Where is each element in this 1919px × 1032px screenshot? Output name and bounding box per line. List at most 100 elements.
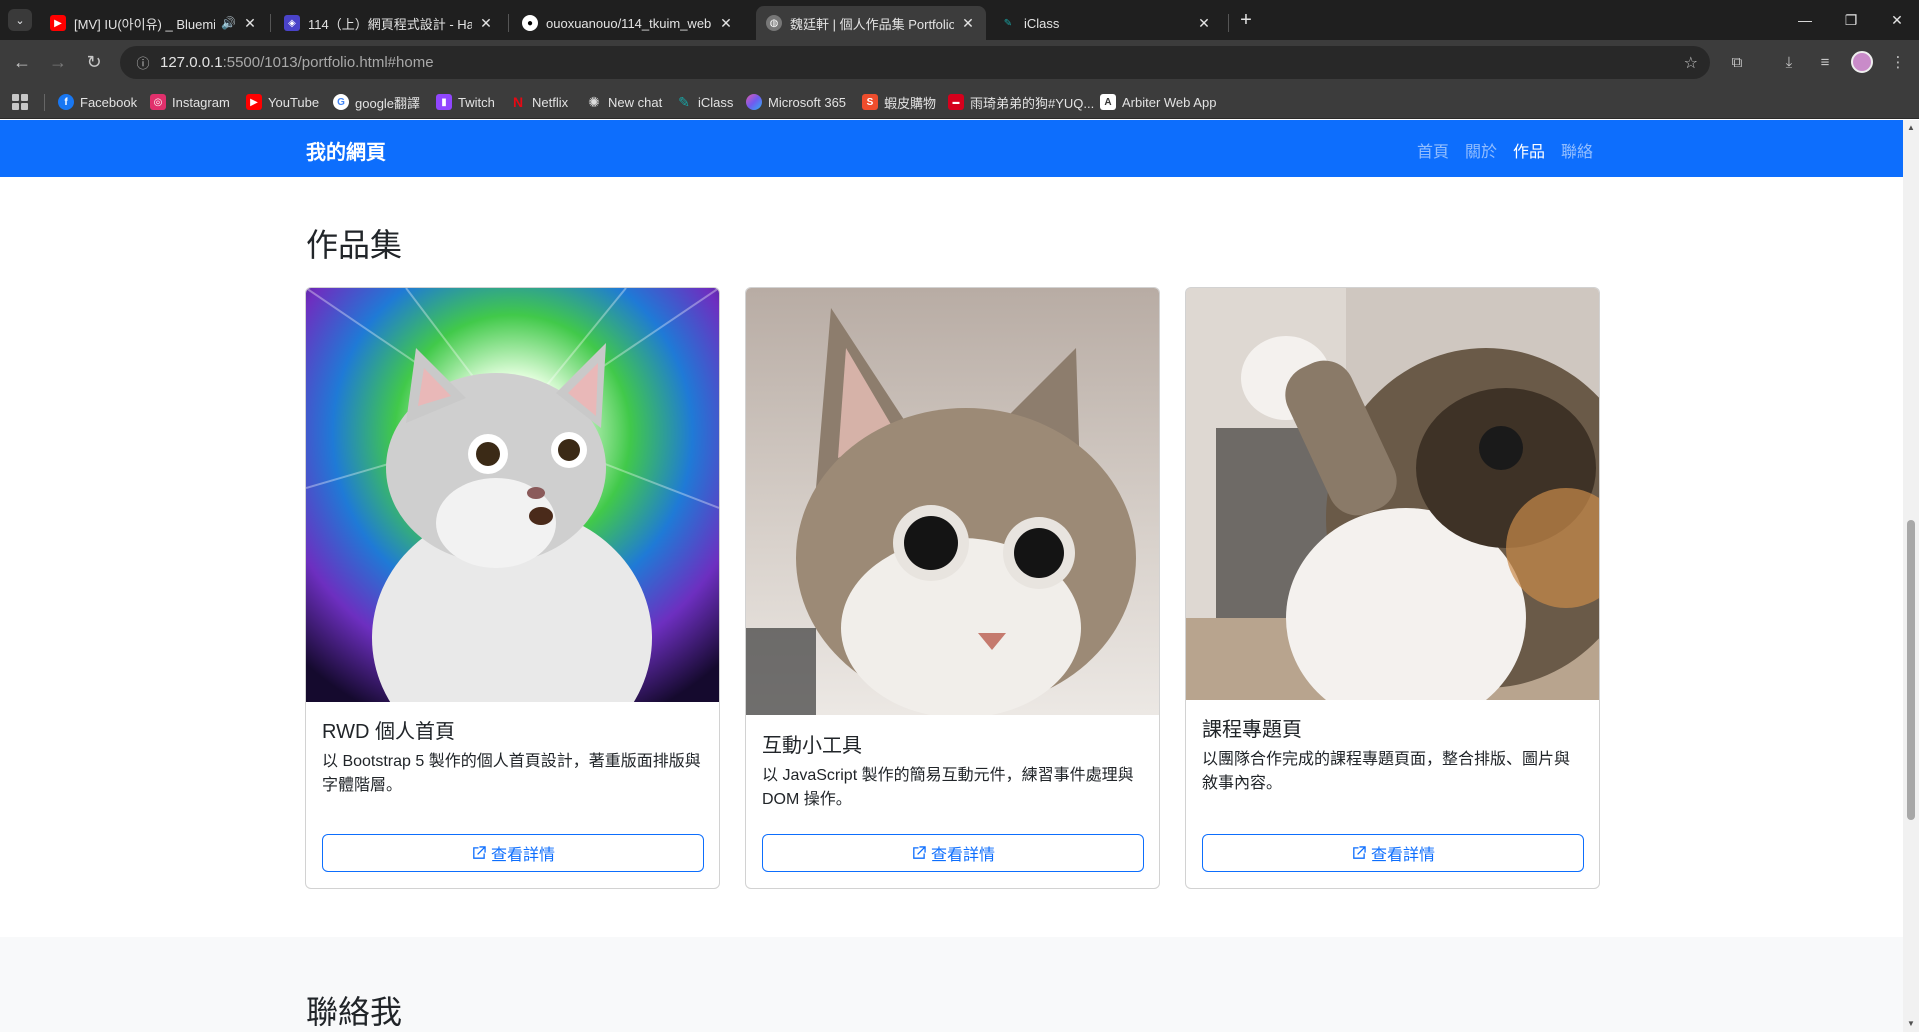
- page-viewport: 我的網頁 首頁 關於 作品 聯絡 作品集 RWD 個人首頁 以 Bootstra…: [0, 120, 1919, 1032]
- external-link-icon: [913, 845, 926, 859]
- close-icon[interactable]: ✕: [718, 15, 734, 32]
- address-bar[interactable]: ⓘ 127.0.0.1:5500/1013/portfolio.html#hom…: [120, 46, 1710, 79]
- bookmark-microsoft-365[interactable]: Microsoft 365: [746, 93, 846, 111]
- bookmark-new-chat[interactable]: ✺ New chat: [586, 93, 662, 111]
- close-icon[interactable]: ✕: [960, 15, 976, 32]
- download-icon[interactable]: ⤓: [1777, 50, 1801, 74]
- close-icon[interactable]: ✕: [1196, 15, 1212, 32]
- site-brand[interactable]: 我的網頁: [306, 136, 386, 165]
- arbiter-icon: A: [1100, 94, 1116, 110]
- nav-link-portfolio[interactable]: 作品: [1513, 138, 1545, 162]
- scroll-thumb[interactable]: [1907, 520, 1915, 820]
- tab-title: 114（上）網頁程式設計 - Hack: [308, 16, 472, 32]
- extensions-icon[interactable]: ⧉: [1725, 50, 1749, 74]
- card-text: 以團隊合作完成的課程專題頁面，整合排版、圖片與敘事內容。: [1202, 751, 1571, 792]
- youtube-icon: ▶: [50, 15, 66, 31]
- bookmark-netflix[interactable]: N Netflix: [510, 93, 568, 111]
- view-details-button[interactable]: 查看詳情: [1202, 834, 1584, 872]
- instagram-icon: ◎: [150, 94, 166, 110]
- contact-title: 聯絡我: [306, 994, 403, 1030]
- tab-title: [MV] IU(아이유) _ Blueming: [74, 16, 216, 32]
- hackmd-icon: ◈: [284, 15, 300, 31]
- restore-button[interactable]: ❐: [1836, 8, 1866, 32]
- view-details-button[interactable]: 查看詳情: [322, 834, 704, 872]
- page-scrollbar[interactable]: ▲ ▼: [1903, 120, 1919, 1032]
- bookmarks-bar: f Facebook ◎ Instagram ▶ YouTube Ggoogle翻譯 …: [0, 85, 1919, 119]
- bookmark-youtube[interactable]: ▶ YouTube: [246, 93, 319, 111]
- project-card: 課程專題頁 以團隊合作完成的課程專題頁面，整合排版、圖片與敘事內容。 查看詳情: [1185, 287, 1600, 889]
- netflix-icon: N: [512, 94, 524, 110]
- bookmark-arbiter[interactable]: A Arbiter Web App: [1100, 93, 1216, 111]
- close-icon[interactable]: ✕: [242, 15, 258, 32]
- bookmark-twitch[interactable]: ▮ Twitch: [436, 93, 495, 111]
- scroll-up-icon[interactable]: ▲: [1906, 123, 1916, 133]
- github-icon: ●: [522, 15, 538, 31]
- card-title: 互動小工具: [762, 735, 862, 757]
- contact-section: 聯絡我: [0, 937, 1903, 1032]
- back-button[interactable]: ←: [8, 48, 36, 76]
- youtube-icon: ▶: [246, 94, 262, 110]
- forward-button[interactable]: →: [44, 48, 72, 76]
- minimize-button[interactable]: —: [1790, 8, 1820, 32]
- tab-youtube[interactable]: ▶ [MV] IU(아이유) _ Blueming 🔊 ✕: [40, 6, 268, 40]
- tab-search-button[interactable]: ⌄: [8, 9, 32, 31]
- tab-title: 魏廷軒 | 個人作品集 Portfolio: [790, 16, 954, 32]
- nav-link-about[interactable]: 關於: [1465, 138, 1497, 162]
- twitch-icon: ▮: [436, 94, 452, 110]
- site-info-icon[interactable]: ⓘ: [126, 53, 160, 72]
- bookmark-facebook[interactable]: f Facebook: [58, 93, 137, 111]
- apps-grid-icon[interactable]: [12, 94, 28, 110]
- browser-toolbar: ← → ↻ ⓘ 127.0.0.1:5500/1013/portfolio.ht…: [0, 40, 1919, 85]
- globe-icon: ◍: [766, 15, 782, 31]
- microsoft-icon: [746, 94, 762, 110]
- new-tab-button[interactable]: +: [1234, 8, 1258, 32]
- tab-title: iClass: [1024, 15, 1060, 31]
- nav-link-home[interactable]: 首頁: [1417, 138, 1449, 162]
- bookmark-instagram[interactable]: ◎ Instagram: [150, 93, 230, 111]
- view-details-button[interactable]: 查看詳情: [762, 834, 1144, 872]
- close-icon[interactable]: ✕: [478, 15, 494, 32]
- iclass-icon: ✎: [1003, 17, 1013, 29]
- card-title: RWD 個人首頁: [322, 721, 455, 743]
- chat-icon: ✺: [588, 93, 600, 110]
- tab-hackmd[interactable]: ◈ 114（上）網頁程式設計 - Hack ✕: [274, 6, 504, 40]
- bookmark-iclass[interactable]: ✎ iClass: [676, 93, 733, 111]
- tab-title: ouoxuanouo/114_tkuim_web: [546, 15, 712, 31]
- speaker-icon[interactable]: 🔊: [221, 16, 236, 30]
- card-text: 以 JavaScript 製作的簡易互動元件，練習事件處理與 DOM 操作。: [762, 767, 1134, 808]
- external-link-icon: [473, 845, 486, 859]
- project-card: 互動小工具 以 JavaScript 製作的簡易互動元件，練習事件處理與 DOM…: [745, 287, 1160, 889]
- bookmark-star-icon[interactable]: ☆: [1684, 53, 1698, 73]
- cat-space-photo: [306, 288, 719, 702]
- reload-button[interactable]: ↻: [80, 48, 108, 76]
- tab-github[interactable]: ● ouoxuanouo/114_tkuim_web ✕: [512, 6, 744, 40]
- tab-iclass[interactable]: ✎ iClass ✕: [990, 6, 1222, 40]
- close-window-button[interactable]: ✕: [1882, 8, 1912, 32]
- portfolio-title: 作品集: [306, 227, 403, 263]
- video-icon: ▬: [948, 94, 964, 110]
- bookmark-video[interactable]: ▬ 雨琦弟弟的狗#YUQ...: [948, 93, 1094, 111]
- scroll-down-icon[interactable]: ▼: [1906, 1019, 1916, 1029]
- google-icon: G: [333, 94, 349, 110]
- card-text: 以 Bootstrap 5 製作的個人首頁設計，著重版面排版與字體階層。: [322, 753, 701, 794]
- nav-link-contact[interactable]: 聯絡: [1561, 138, 1593, 162]
- external-link-icon: [1353, 845, 1366, 859]
- button-label: 查看詳情: [930, 847, 995, 864]
- bookmark-shopee[interactable]: S 蝦皮購物: [862, 93, 936, 111]
- facebook-icon: f: [58, 94, 74, 110]
- media-control-icon[interactable]: ≡: [1813, 50, 1837, 74]
- menu-dots-icon[interactable]: ⋮: [1886, 50, 1910, 74]
- cat-wide-eyes-photo: [746, 288, 1159, 715]
- tab-portfolio[interactable]: ◍ 魏廷軒 | 個人作品集 Portfolio ✕: [756, 6, 986, 40]
- shopee-icon: S: [862, 94, 878, 110]
- cat-paw-photo: [1186, 288, 1599, 700]
- iclass-icon: ✎: [678, 93, 690, 110]
- button-label: 查看詳情: [490, 847, 555, 864]
- profile-avatar[interactable]: [1851, 51, 1873, 73]
- button-label: 查看詳情: [1370, 847, 1435, 864]
- bookmark-google-translate[interactable]: Ggoogle翻譯: [333, 93, 420, 111]
- site-navbar: 我的網頁 首頁 關於 作品 聯絡: [0, 120, 1903, 177]
- project-card: RWD 個人首頁 以 Bootstrap 5 製作的個人首頁設計，著重版面排版與…: [305, 287, 720, 889]
- url-text[interactable]: 127.0.0.1:5500/1013/portfolio.html#home: [160, 54, 434, 71]
- card-title: 課程專題頁: [1202, 719, 1302, 741]
